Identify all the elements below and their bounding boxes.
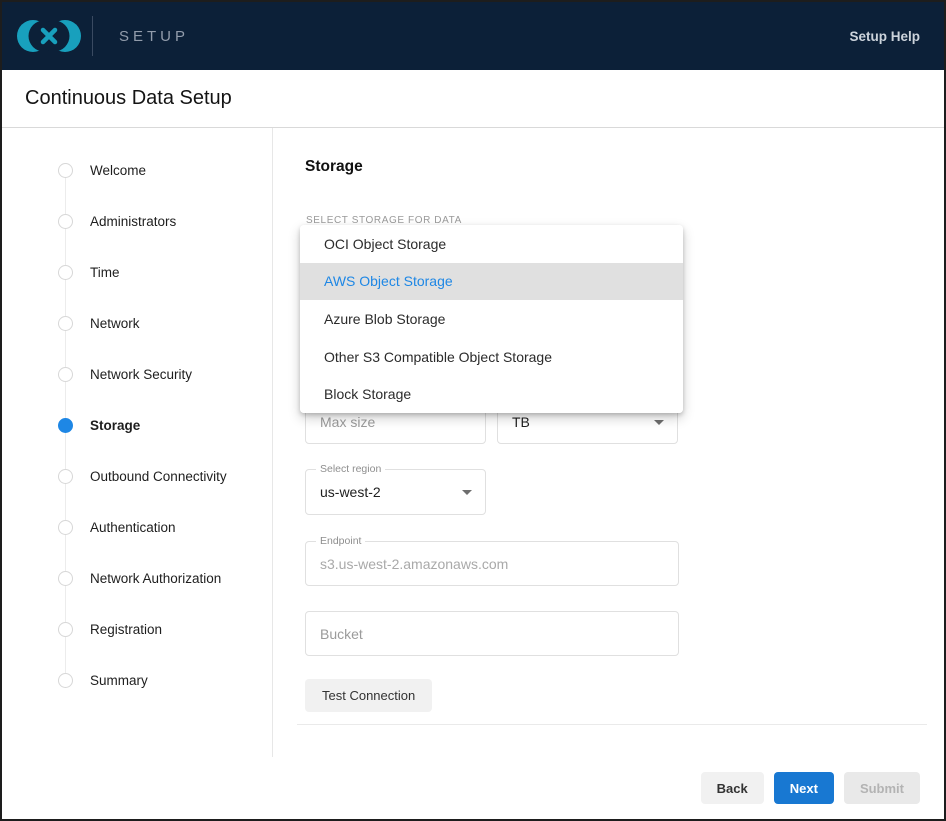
step-label: Administrators: [90, 214, 176, 229]
header-divider: [92, 16, 93, 56]
step-label: Authentication: [90, 520, 176, 535]
step-circle-icon: [58, 520, 73, 535]
setup-stepper: Welcome Administrators Time Network Netw…: [2, 128, 273, 757]
dropdown-option-aws[interactable]: AWS Object Storage: [300, 263, 683, 301]
endpoint-input: [306, 542, 678, 585]
stepper-item-outbound-connectivity[interactable]: Outbound Connectivity: [2, 451, 272, 502]
section-title: Storage: [305, 158, 363, 176]
setup-window: SETUP Setup Help Continuous Data Setup W…: [0, 0, 946, 821]
back-button[interactable]: Back: [701, 772, 764, 804]
setup-help-link[interactable]: Setup Help: [849, 29, 920, 44]
stepper-item-storage[interactable]: Storage: [2, 400, 272, 451]
step-circle-icon: [58, 469, 73, 484]
storage-type-dropdown-menu: OCI Object Storage AWS Object Storage Az…: [300, 225, 683, 413]
dropdown-option-oci[interactable]: OCI Object Storage: [300, 225, 683, 263]
step-label: Outbound Connectivity: [90, 469, 227, 484]
app-label: SETUP: [119, 28, 189, 45]
bucket-field[interactable]: [305, 611, 679, 656]
dropdown-option-azure[interactable]: Azure Blob Storage: [300, 300, 683, 338]
dropdown-option-block[interactable]: Block Storage: [300, 375, 683, 413]
stepper-item-administrators[interactable]: Administrators: [2, 196, 272, 247]
next-button[interactable]: Next: [774, 772, 834, 804]
stepper-item-summary[interactable]: Summary: [2, 655, 272, 706]
stepper-item-time[interactable]: Time: [2, 247, 272, 298]
wizard-footer: Back Next Submit: [2, 757, 944, 819]
test-connection-button[interactable]: Test Connection: [305, 679, 432, 712]
step-circle-icon: [58, 214, 73, 229]
region-select-label: Select region: [316, 463, 385, 475]
step-circle-active-icon: [58, 418, 73, 433]
step-circle-icon: [58, 367, 73, 382]
chevron-down-icon: [654, 420, 664, 425]
step-circle-icon: [58, 673, 73, 688]
content-divider: [297, 724, 927, 725]
step-label: Summary: [90, 673, 148, 688]
step-label: Network Authorization: [90, 571, 221, 586]
endpoint-field: Endpoint: [305, 541, 679, 586]
step-label: Network: [90, 316, 140, 331]
step-circle-icon: [58, 265, 73, 280]
storage-step-content: Storage SELECT STORAGE FOR DATA TB Selec…: [273, 128, 944, 757]
step-label: Welcome: [90, 163, 146, 178]
step-circle-icon: [58, 622, 73, 637]
endpoint-field-label: Endpoint: [316, 535, 365, 547]
step-circle-icon: [58, 571, 73, 586]
submit-button[interactable]: Submit: [844, 772, 920, 804]
step-circle-icon: [58, 163, 73, 178]
step-label: Network Security: [90, 367, 192, 382]
step-circle-icon: [58, 316, 73, 331]
stepper-item-authentication[interactable]: Authentication: [2, 502, 272, 553]
stepper-item-registration[interactable]: Registration: [2, 604, 272, 655]
region-select[interactable]: Select region us-west-2: [305, 469, 486, 515]
stepper-item-network-security[interactable]: Network Security: [2, 349, 272, 400]
step-label: Storage: [90, 418, 140, 433]
region-value: us-west-2: [306, 485, 381, 499]
app-header: SETUP Setup Help: [2, 2, 944, 70]
size-unit-value: TB: [498, 415, 530, 429]
step-label: Registration: [90, 622, 162, 637]
dropdown-option-other-s3[interactable]: Other S3 Compatible Object Storage: [300, 338, 683, 376]
bucket-input[interactable]: [306, 612, 678, 655]
delphix-logo-icon: [16, 13, 82, 59]
chevron-down-icon: [462, 490, 472, 495]
step-label: Time: [90, 265, 120, 280]
stepper-item-welcome[interactable]: Welcome: [2, 145, 272, 196]
stepper-item-network[interactable]: Network: [2, 298, 272, 349]
stepper-item-network-authorization[interactable]: Network Authorization: [2, 553, 272, 604]
title-bar: Continuous Data Setup: [2, 70, 944, 128]
page-title: Continuous Data Setup: [25, 87, 232, 110]
